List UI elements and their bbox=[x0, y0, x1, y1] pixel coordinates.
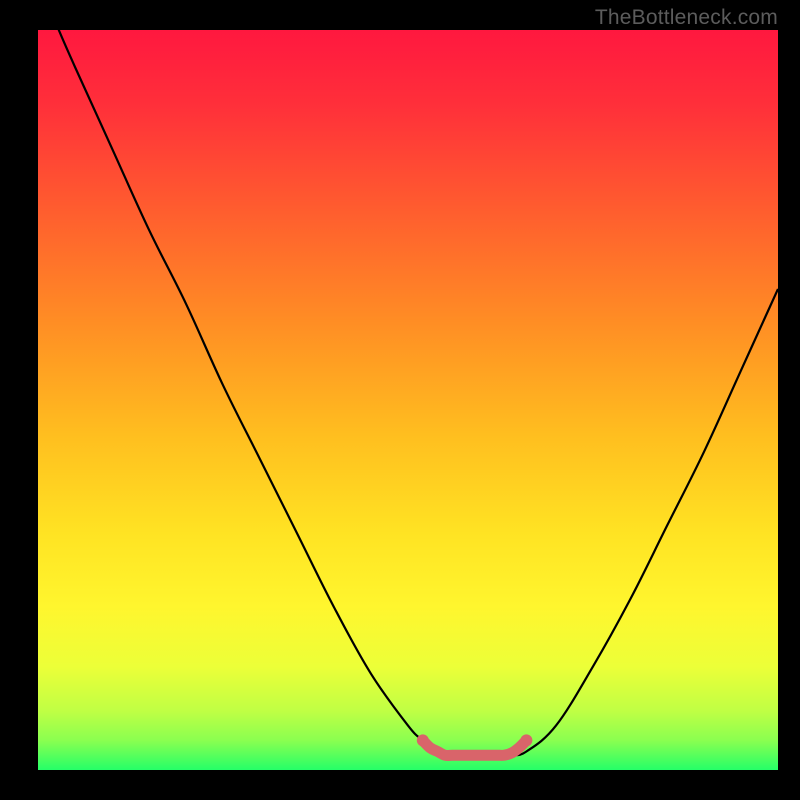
marker-end-left bbox=[417, 734, 429, 746]
chart-frame: TheBottleneck.com bbox=[0, 0, 800, 800]
bottom-red-marker bbox=[423, 740, 527, 755]
watermark-text: TheBottleneck.com bbox=[595, 6, 778, 30]
marker-end-right bbox=[520, 734, 532, 746]
curve-layer bbox=[38, 30, 778, 770]
plot-area bbox=[38, 30, 778, 770]
bottleneck-curve bbox=[38, 30, 778, 755]
